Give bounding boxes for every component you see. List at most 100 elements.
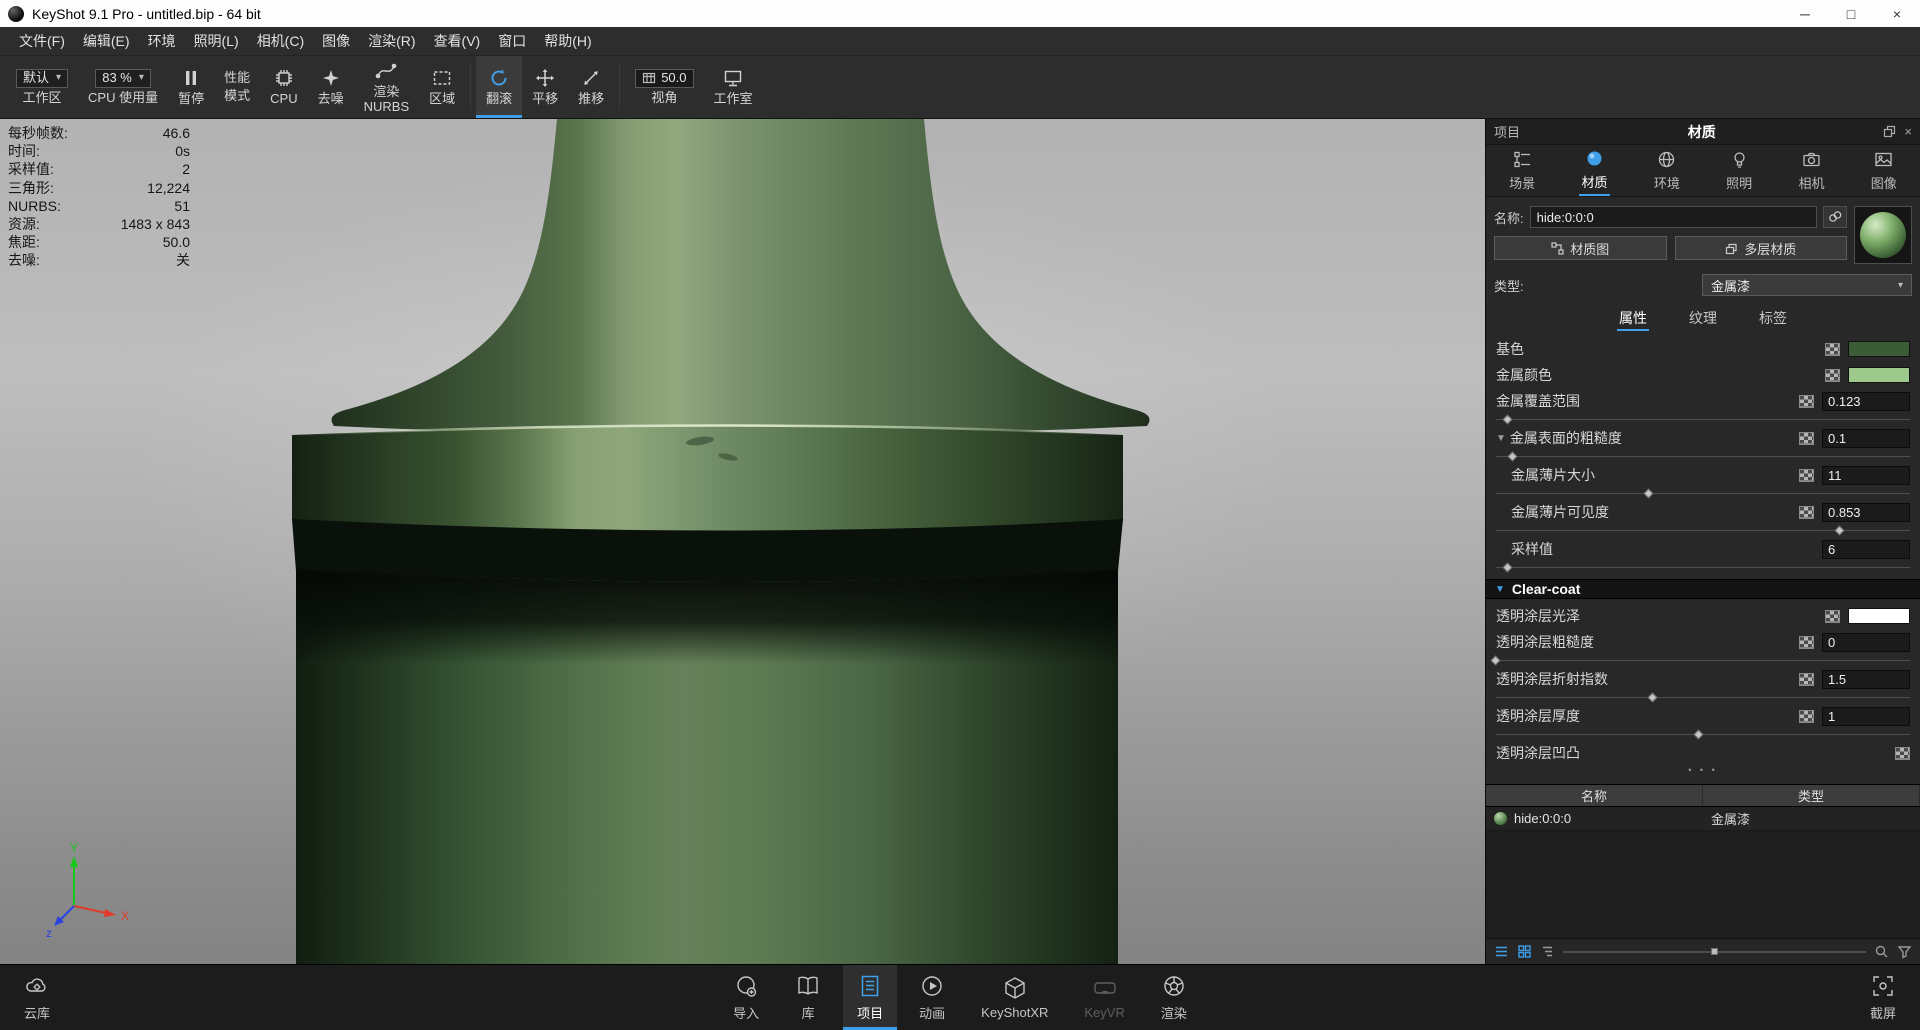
- cloud-library-button[interactable]: 云库: [10, 965, 64, 1030]
- menu-environment[interactable]: 环境: [139, 26, 185, 56]
- cpu-usage-select[interactable]: 83 %▾ CPU 使用量: [78, 56, 168, 118]
- list-view-icon[interactable]: [1494, 944, 1509, 959]
- menu-render[interactable]: 渲染(R): [359, 26, 424, 56]
- menu-window[interactable]: 窗口: [489, 26, 535, 56]
- clearcoat-section-header[interactable]: ▼ Clear-coat: [1486, 579, 1920, 599]
- texture-checker-icon[interactable]: [1825, 369, 1840, 382]
- texture-checker-icon[interactable]: [1799, 710, 1814, 723]
- tab-camera[interactable]: 相机: [1775, 145, 1847, 196]
- subtab-labels[interactable]: 标签: [1757, 307, 1789, 331]
- menu-help[interactable]: 帮助(H): [535, 26, 600, 56]
- clearcoat-thickness-slider[interactable]: [1496, 729, 1910, 740]
- menu-edit[interactable]: 编辑(E): [74, 26, 139, 56]
- multi-material-button[interactable]: 多层材质: [1675, 236, 1848, 260]
- flake-visibility-input[interactable]: 0.853: [1822, 503, 1910, 522]
- column-type[interactable]: 类型: [1703, 785, 1920, 806]
- texture-checker-icon[interactable]: [1799, 469, 1814, 482]
- undock-icon[interactable]: [1883, 125, 1896, 138]
- metal-coverage-slider[interactable]: [1496, 414, 1910, 425]
- metal-roughness-slider[interactable]: [1496, 451, 1910, 462]
- render-viewport[interactable]: 每秒帧数:46.6 时间:0s 采样值:2 三角形:12,224 NURBS:5…: [0, 119, 1485, 964]
- tree-view-icon[interactable]: [1540, 944, 1555, 959]
- fov-field[interactable]: 50.0 视角: [625, 56, 703, 118]
- metal-coverage-input[interactable]: 0.123: [1822, 392, 1910, 411]
- prop-clearcoat-roughness: 透明涂层粗糙度 0: [1486, 629, 1920, 666]
- clearcoat-roughness-slider[interactable]: [1496, 655, 1910, 666]
- thumbnail-size-slider[interactable]: [1563, 947, 1866, 957]
- metal-color-swatch[interactable]: [1848, 367, 1910, 383]
- base-color-swatch[interactable]: [1848, 341, 1910, 357]
- tumble-button[interactable]: 翻滚: [476, 56, 522, 118]
- texture-checker-icon[interactable]: [1799, 506, 1814, 519]
- maximize-button[interactable]: □: [1828, 0, 1874, 27]
- panel-close-icon[interactable]: ×: [1904, 124, 1912, 139]
- material-type-select[interactable]: 金属漆 ▾: [1702, 274, 1912, 296]
- clearcoat-ior-input[interactable]: 1.5: [1822, 670, 1910, 689]
- tab-scene[interactable]: 场景: [1486, 145, 1558, 196]
- texture-checker-icon[interactable]: [1799, 395, 1814, 408]
- dolly-button[interactable]: 推移: [568, 56, 614, 118]
- flake-size-slider[interactable]: [1496, 488, 1910, 499]
- workspace-select[interactable]: 默认▾ 工作区: [6, 56, 78, 118]
- flake-visibility-slider[interactable]: [1496, 525, 1910, 536]
- clearcoat-ior-slider[interactable]: [1496, 692, 1910, 703]
- assign-material-button[interactable]: [1823, 206, 1847, 228]
- tab-image[interactable]: 图像: [1848, 145, 1920, 196]
- image-icon: [1874, 150, 1893, 169]
- menu-image[interactable]: 图像: [313, 26, 359, 56]
- texture-checker-icon[interactable]: [1799, 673, 1814, 686]
- material-type-row: 类型: 金属漆 ▾: [1486, 266, 1920, 300]
- search-icon[interactable]: [1874, 944, 1889, 959]
- material-name-input[interactable]: [1530, 206, 1817, 228]
- samples-input[interactable]: 6: [1822, 540, 1910, 559]
- material-graph-button[interactable]: 材质图: [1494, 236, 1667, 260]
- stat-row: 三角形:12,224: [8, 179, 190, 197]
- menu-lighting[interactable]: 照明(L): [185, 26, 248, 56]
- screenshot-button[interactable]: 截屏: [1856, 965, 1910, 1030]
- performance-mode-button[interactable]: 性能 模式: [214, 56, 260, 118]
- region-button[interactable]: 区域: [419, 56, 465, 118]
- clearcoat-roughness-input[interactable]: 0: [1822, 633, 1910, 652]
- render-nurbs-button[interactable]: 渲染NURBS: [354, 56, 420, 118]
- import-button[interactable]: 导入: [719, 965, 773, 1030]
- cpu-button[interactable]: CPU: [260, 56, 307, 118]
- metal-roughness-input[interactable]: 0.1: [1822, 429, 1910, 448]
- texture-checker-icon[interactable]: [1895, 747, 1910, 760]
- library-button[interactable]: 库: [781, 965, 835, 1030]
- pan-button[interactable]: 平移: [522, 56, 568, 118]
- subtab-properties[interactable]: 属性: [1617, 307, 1649, 331]
- texture-checker-icon[interactable]: [1799, 636, 1814, 649]
- column-name[interactable]: 名称: [1486, 785, 1703, 806]
- minimize-button[interactable]: ─: [1782, 0, 1828, 27]
- collapse-arrow-icon[interactable]: ▼: [1496, 433, 1506, 444]
- texture-checker-icon[interactable]: [1825, 343, 1840, 356]
- denoise-button[interactable]: 去噪: [308, 56, 354, 118]
- texture-checker-icon[interactable]: [1825, 610, 1840, 623]
- axis-gizmo[interactable]: Y X z: [42, 842, 137, 942]
- grid-view-icon[interactable]: [1517, 944, 1532, 959]
- animation-button[interactable]: 动画: [905, 965, 959, 1030]
- material-list-row[interactable]: hide:0:0:0 金属漆: [1486, 807, 1920, 831]
- material-preview[interactable]: [1854, 206, 1912, 264]
- clearcoat-gloss-swatch[interactable]: [1848, 608, 1910, 624]
- tab-environment[interactable]: 环境: [1631, 145, 1703, 196]
- close-button[interactable]: ×: [1874, 0, 1920, 27]
- samples-slider[interactable]: [1496, 562, 1910, 573]
- studio-button[interactable]: 工作室: [704, 56, 763, 118]
- keyshotxr-button[interactable]: KeyShotXR: [967, 965, 1062, 1030]
- menu-view[interactable]: 查看(V): [425, 26, 490, 56]
- render-button[interactable]: 渲染: [1147, 965, 1201, 1030]
- filter-icon[interactable]: [1897, 944, 1912, 959]
- tab-lighting[interactable]: 照明: [1703, 145, 1775, 196]
- keyvr-button[interactable]: KeyVR: [1070, 965, 1138, 1030]
- flake-size-input[interactable]: 11: [1822, 466, 1910, 485]
- section-grip[interactable]: • • •: [1496, 766, 1910, 776]
- pause-button[interactable]: 暂停: [168, 56, 214, 118]
- menu-camera[interactable]: 相机(C): [248, 26, 313, 56]
- subtab-textures[interactable]: 纹理: [1687, 307, 1719, 331]
- clearcoat-thickness-input[interactable]: 1: [1822, 707, 1910, 726]
- tab-material[interactable]: 材质: [1558, 145, 1630, 196]
- texture-checker-icon[interactable]: [1799, 432, 1814, 445]
- project-button[interactable]: 项目: [843, 965, 897, 1030]
- menu-file[interactable]: 文件(F): [10, 26, 74, 56]
